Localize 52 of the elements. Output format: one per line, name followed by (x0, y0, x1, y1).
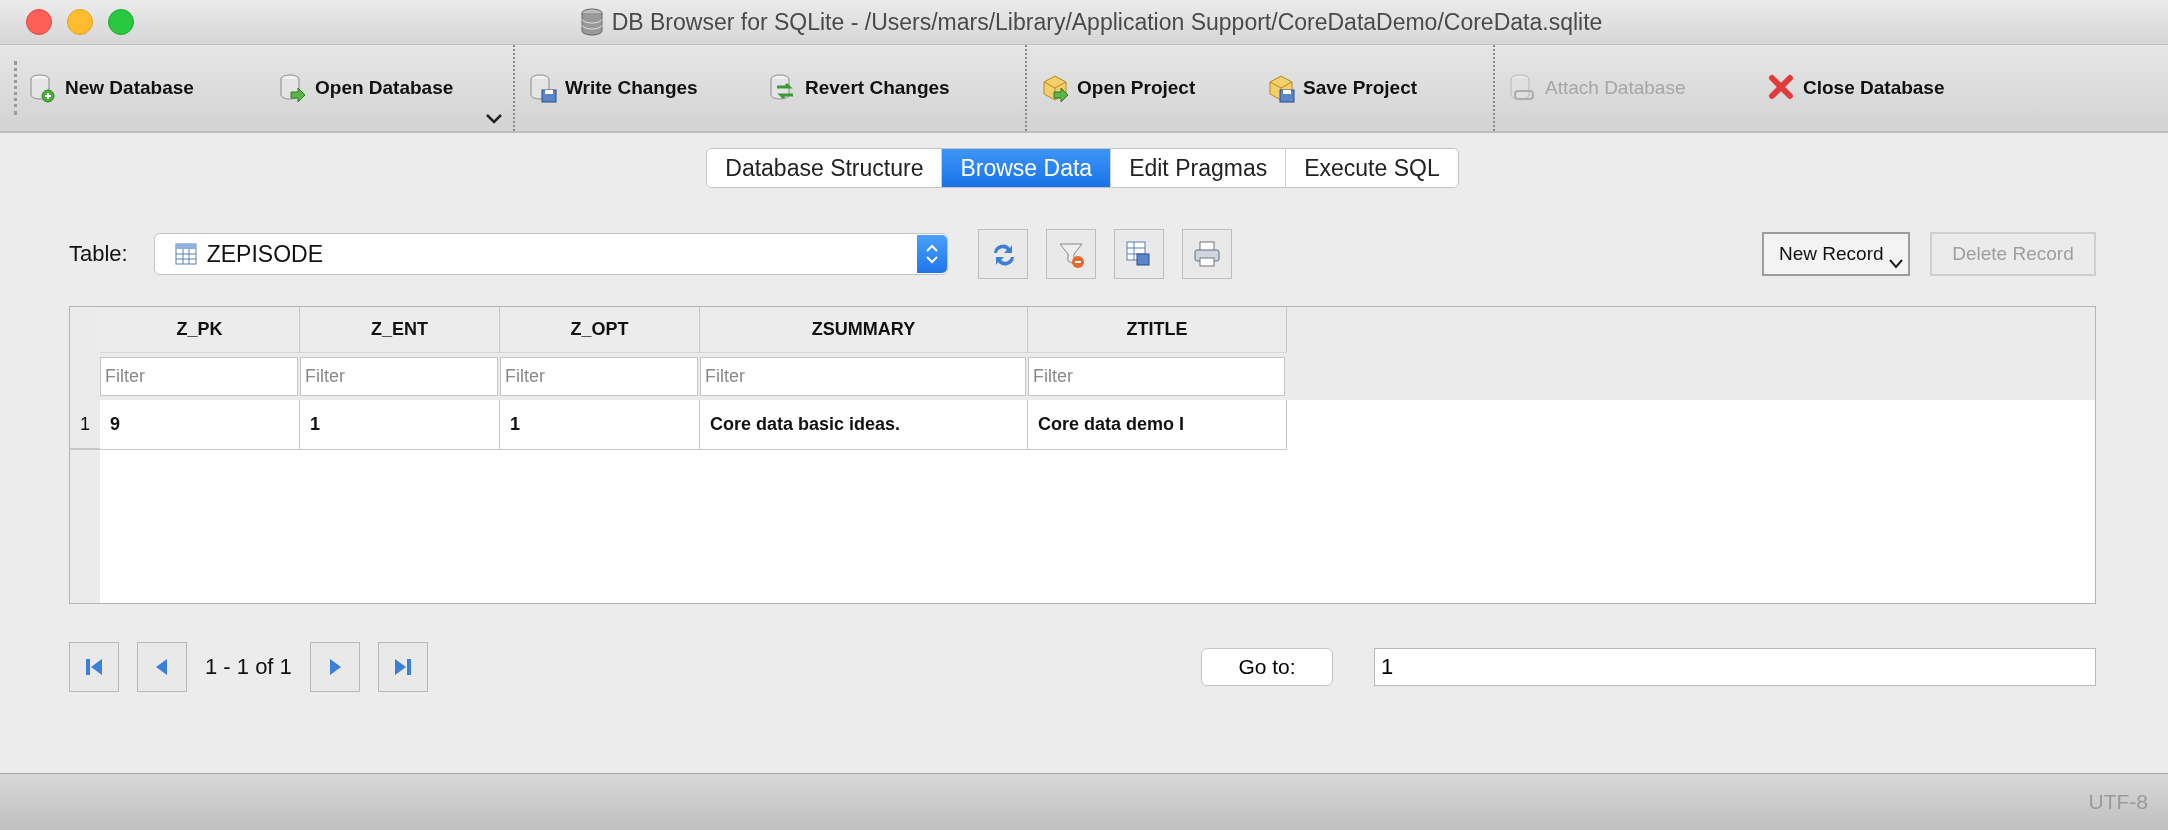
toolbar-button[interactable]: Open Project (1037, 73, 1263, 103)
table-cell[interactable]: 1 (300, 400, 500, 450)
previous-page-button[interactable] (137, 642, 187, 692)
box-disk-icon (1267, 73, 1297, 103)
first-page-button[interactable] (69, 642, 119, 692)
caret-icon (1888, 258, 1904, 270)
toolbar-button[interactable]: Open Database (275, 73, 505, 103)
toolbar-button[interactable]: Write Changes (525, 73, 765, 103)
table-label: Table: (69, 241, 128, 267)
toolbar-button[interactable]: Close Database (1763, 73, 1993, 103)
new-record-button[interactable]: New Record (1762, 232, 1910, 276)
column-header[interactable]: ZSUMMARY (700, 307, 1028, 353)
save-table-button[interactable] (1113, 229, 1164, 279)
tab[interactable]: Browse Data (941, 149, 1111, 187)
column-header[interactable]: Z_ENT (300, 307, 500, 353)
skip-back-icon (83, 656, 105, 678)
zoom-window-button[interactable] (108, 9, 134, 35)
page-range: 1 - 1 of 1 (205, 654, 292, 680)
up-down-chevron-icon (924, 242, 939, 266)
toolbar-button[interactable]: Save Project (1263, 73, 1483, 103)
table-cell[interactable]: Core data demo I (1028, 400, 1287, 450)
filter-field[interactable]: Filter (700, 357, 1026, 396)
column-header[interactable]: Z_OPT (500, 307, 700, 353)
go-to-button[interactable]: Go to: (1201, 648, 1333, 686)
clear-filters-button[interactable] (1045, 229, 1096, 279)
table-icon (174, 243, 197, 265)
filter-field[interactable]: Filter (1028, 357, 1285, 396)
database-disk-icon (529, 73, 559, 103)
last-page-button[interactable] (377, 642, 428, 692)
print-button[interactable] (1181, 229, 1232, 279)
window-title: DB Browser for SQLite - /Users/mars/Library/Application Support/CoreDataDemo/CoreData.sqlite (611, 8, 1603, 36)
refresh-button[interactable] (977, 229, 1028, 279)
tab[interactable]: Execute SQL (1285, 149, 1458, 187)
column-header[interactable]: Z_PK (100, 307, 300, 353)
next-page-button[interactable] (309, 642, 360, 692)
table-cell[interactable]: 9 (100, 400, 300, 450)
table-cell[interactable]: 1 (500, 400, 700, 450)
chevron-down-icon (485, 113, 503, 125)
printer-icon (1191, 239, 1222, 269)
close-window-button[interactable] (26, 9, 52, 35)
filter-field[interactable]: Filter (300, 357, 498, 396)
toolbar-button[interactable]: Revert Changes (765, 73, 1015, 103)
minimize-window-button[interactable] (67, 9, 93, 35)
database-icon (579, 7, 604, 37)
filter-field[interactable]: Filter (100, 357, 298, 396)
go-to-field[interactable]: 1 (1374, 648, 2096, 686)
filter-field[interactable]: Filter (500, 357, 698, 396)
table-cell[interactable]: Core data basic ideas. (700, 400, 1028, 450)
toolbar-button[interactable]: New Database (25, 73, 275, 103)
table-dropdown[interactable]: ZEPISODE (153, 233, 948, 275)
box-arrow-icon (1041, 73, 1071, 103)
column-header[interactable]: ZTITLE (1028, 307, 1287, 353)
